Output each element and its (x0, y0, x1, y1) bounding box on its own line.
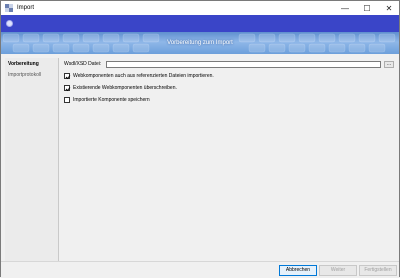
wsdl-label: Wsdl/XSD Datei: (64, 61, 102, 67)
header-banner: Vorbereitung zum Import (1, 32, 399, 54)
navigation-bar (1, 15, 399, 32)
checkmark-icon (65, 87, 71, 92)
title-bar[interactable]: Import — ☐ ✕ (1, 1, 399, 15)
button-bar: Abbrechen Weiter Fertigstellen (1, 261, 399, 278)
option-save-checkbox[interactable] (64, 97, 70, 103)
back-circle-icon[interactable] (6, 20, 13, 27)
wsdl-file-input[interactable] (106, 61, 381, 68)
banner-title: Vorbereitung zum Import (167, 40, 233, 46)
finish-button[interactable]: Fertigstellen (359, 265, 397, 276)
step-importprotokoll[interactable]: Importprotokoll (8, 72, 41, 78)
option-overwrite-checkbox[interactable] (64, 85, 71, 92)
cancel-button[interactable]: Abbrechen (279, 265, 317, 276)
browse-button[interactable]: ... (384, 61, 394, 68)
minimize-icon[interactable]: — (336, 2, 354, 14)
step-vorbereitung[interactable]: Vorbereitung (8, 61, 39, 67)
window-title: Import (17, 5, 35, 11)
import-window: Import — ☐ ✕ Vorbereitung zum Import Vor… (0, 0, 400, 278)
app-import-icon (5, 4, 13, 12)
option-referenced-checkbox[interactable] (64, 73, 71, 80)
option-save-label: Importierte Komponente speichern (73, 97, 150, 103)
close-icon[interactable]: ✕ (380, 2, 398, 14)
option-referenced-label: Webkomponenten auch aus referenzierten D… (73, 73, 214, 79)
next-button[interactable]: Weiter (319, 265, 357, 276)
content-panel: Wsdl/XSD Datei: ... Webkomponenten auch … (59, 58, 397, 261)
wizard-steps-sidebar: Vorbereitung Importprotokoll (5, 58, 59, 261)
checkmark-icon (65, 75, 71, 80)
maximize-icon[interactable]: ☐ (358, 2, 376, 14)
option-overwrite-label: Existierende Webkomponenten überschreibe… (73, 85, 177, 91)
